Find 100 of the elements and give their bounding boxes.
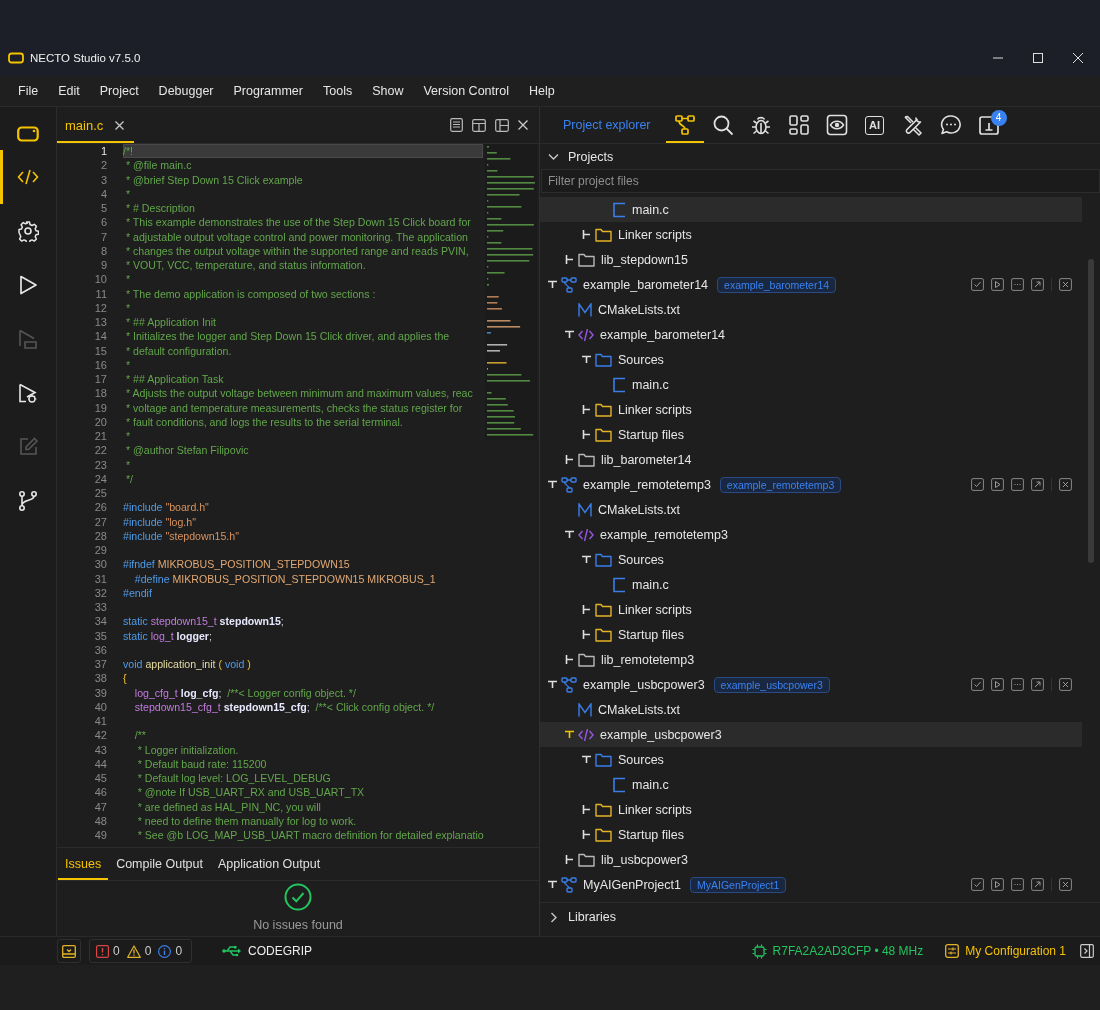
tree-item[interactable]: example_usbcpower3 [540,722,1082,747]
play-icon[interactable] [991,278,1004,291]
tree-item[interactable]: Startup files [540,822,1082,847]
check-icon[interactable] [971,278,984,291]
device-label[interactable]: R7FA2A2AD3CFP • 48 MHz [772,944,924,958]
tree-toggle[interactable] [565,330,574,339]
tree-item[interactable]: Sources [540,347,1082,372]
tree-toggle[interactable] [548,280,557,289]
tree-item[interactable]: main.c [540,572,1082,597]
app-logo-icon[interactable] [17,126,39,142]
play-icon[interactable] [991,478,1004,491]
tool-tab[interactable]: AI [855,107,894,143]
tree-toggle[interactable] [565,730,574,739]
check-icon[interactable] [971,478,984,491]
tree-item[interactable]: main.c [540,372,1082,397]
maximize-icon[interactable] [1033,53,1043,63]
close-icon[interactable] [115,120,125,130]
tree-toggle[interactable] [565,655,574,664]
panel-toggle-icon[interactable] [1080,944,1094,958]
tree-item[interactable]: example_remotetemp3 example_remotetemp3 [540,472,1082,497]
tree-item[interactable]: Sources [540,547,1082,572]
tree-item[interactable]: MyAIGenProject1 MyAIGenProject1 [540,872,1082,897]
tree-item[interactable]: lib_usbcpower3 [540,847,1082,872]
tree-item[interactable]: Linker scripts [540,797,1082,822]
programmer-label[interactable]: CODEGRIP [248,944,313,958]
tree-toggle[interactable] [548,680,557,689]
menu-item[interactable]: Project [90,81,148,101]
tree-toggle[interactable] [582,630,591,639]
close-icon[interactable] [1059,478,1072,491]
close-icon[interactable] [1059,878,1072,891]
more-icon[interactable] [1011,878,1024,891]
check-icon[interactable] [971,678,984,691]
tree-toggle[interactable] [582,605,591,614]
section-header[interactable]: Libraries [540,902,1100,931]
tree-toggle[interactable] [582,805,591,814]
tree-item[interactable]: example_barometer14 [540,322,1082,347]
check-icon[interactable] [971,878,984,891]
tree-item[interactable]: example_barometer14 example_barometer14 [540,272,1082,297]
tree-item[interactable]: example_usbcpower3 example_usbcpower3 [540,672,1082,697]
tool-tab[interactable]: 4 [969,107,1008,143]
tree-toggle[interactable] [582,405,591,414]
tree-toggle[interactable] [582,430,591,439]
tree-item[interactable]: main.c [540,197,1082,222]
menu-item[interactable]: Help [519,81,564,101]
tree-toggle[interactable] [582,755,591,764]
tree-toggle[interactable] [582,555,591,564]
tree-item[interactable]: CMakeLists.txt [540,297,1082,322]
tree-item[interactable]: Startup files [540,422,1082,447]
document-icon[interactable] [450,118,463,132]
play-icon[interactable] [991,878,1004,891]
more-icon[interactable] [1011,478,1024,491]
editor-tab[interactable]: main.c [57,107,135,143]
tree-toggle[interactable] [565,455,574,464]
close-icon[interactable] [518,120,528,130]
tree-toggle[interactable] [565,255,574,264]
tree-toggle[interactable] [582,830,591,839]
section-header[interactable]: Projects [540,144,1100,169]
tree-toggle[interactable] [582,355,591,364]
tree-item[interactable]: main.c [540,772,1082,797]
menu-item[interactable]: Tools [314,81,362,101]
tree-toggle[interactable] [565,530,574,539]
tree-item[interactable]: lib_barometer14 [540,447,1082,472]
tree-item[interactable]: Linker scripts [540,397,1082,422]
more-icon[interactable] [1011,278,1024,291]
tree-toggle[interactable] [582,230,591,239]
menu-item[interactable]: Debugger [149,81,223,101]
more-icon[interactable] [1011,678,1024,691]
panel-tab[interactable]: Compile Output [109,848,210,880]
panel-tab[interactable]: Application Output [211,848,328,880]
external-link-icon[interactable] [1031,278,1044,291]
tree-item[interactable]: CMakeLists.txt [540,697,1082,722]
close-icon[interactable] [1059,678,1072,691]
scrollbar[interactable] [1088,259,1094,563]
tree-item[interactable]: Sources [540,747,1082,772]
menu-item[interactable]: Version Control [414,81,518,101]
close-icon[interactable] [1059,278,1072,291]
panel-toggle-button[interactable] [57,939,81,963]
tree-item[interactable]: Linker scripts [540,597,1082,622]
menu-item[interactable]: Edit [49,81,89,101]
play-icon[interactable] [991,678,1004,691]
tree-item[interactable]: CMakeLists.txt [540,497,1082,522]
tree-toggle[interactable] [548,880,557,889]
tree-item[interactable]: lib_stepdown15 [540,247,1082,272]
sidebar-layout-icon[interactable] [495,118,509,132]
menu-item[interactable]: File [9,81,48,101]
configuration-label[interactable]: My Configuration 1 [965,944,1066,958]
panel-tab[interactable]: Issues [58,848,109,880]
external-link-icon[interactable] [1031,678,1044,691]
menu-item[interactable]: Programmer [224,81,312,101]
tree-item[interactable]: lib_remotetemp3 [540,647,1082,672]
menu-item[interactable]: Show [363,81,413,101]
split-layout-icon[interactable] [472,118,486,132]
filter-field[interactable]: Filter project files [541,169,1100,193]
external-link-icon[interactable] [1031,878,1044,891]
tree-item[interactable]: Startup files [540,622,1082,647]
external-link-icon[interactable] [1031,478,1044,491]
tree-toggle[interactable] [565,855,574,864]
tree-item[interactable]: Linker scripts [540,222,1082,247]
tree-toggle[interactable] [548,480,557,489]
tree-item[interactable]: example_remotetemp3 [540,522,1082,547]
